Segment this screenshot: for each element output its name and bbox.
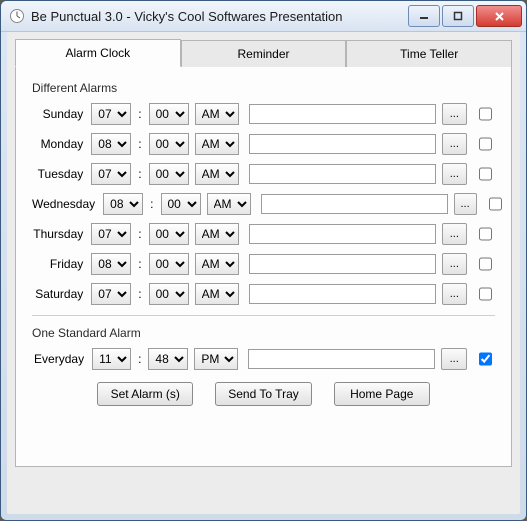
- day-label: Monday: [32, 137, 85, 151]
- note-input[interactable]: [249, 224, 436, 244]
- ampm-select[interactable]: AM: [195, 103, 239, 125]
- tab-label: Reminder: [237, 47, 289, 61]
- note-input[interactable]: [249, 254, 436, 274]
- minute-select[interactable]: 00: [149, 163, 189, 185]
- browse-button[interactable]: ...: [442, 103, 467, 125]
- browse-button[interactable]: ...: [442, 163, 467, 185]
- alarm-row: Tuesday 07:00 AM...: [32, 163, 495, 185]
- minute-select[interactable]: 00: [149, 103, 189, 125]
- alarm-row: Friday 08:00 AM...: [32, 253, 495, 275]
- note-input[interactable]: [249, 164, 436, 184]
- tab-label: Alarm Clock: [65, 46, 130, 60]
- browse-button[interactable]: ...: [442, 283, 467, 305]
- bottom-buttons: Set Alarm (s) Send To Tray Home Page: [32, 382, 495, 406]
- time-colon: :: [137, 287, 142, 301]
- hour-select[interactable]: 07: [91, 223, 131, 245]
- home-page-button[interactable]: Home Page: [334, 382, 430, 406]
- close-button[interactable]: [476, 5, 522, 27]
- day-label-everyday: Everyday: [32, 352, 86, 366]
- everyday-enable-checkbox[interactable]: [479, 352, 492, 366]
- day-label: Saturday: [32, 287, 85, 301]
- everyday-note-input[interactable]: [248, 349, 435, 369]
- minute-select[interactable]: 00: [149, 283, 189, 305]
- alarm-row: Saturday 07:00 AM...: [32, 283, 495, 305]
- separator: [32, 315, 495, 316]
- client-area: Alarm Clock Reminder Time Teller Differe…: [7, 32, 520, 514]
- alarm-row: Thursday 07:00 AM...: [32, 223, 495, 245]
- everyday-browse-button[interactable]: ...: [441, 348, 467, 370]
- different-alarms-label: Different Alarms: [32, 81, 495, 95]
- browse-button[interactable]: ...: [442, 133, 467, 155]
- minute-select[interactable]: 00: [149, 223, 189, 245]
- everyday-min-select[interactable]: 48: [148, 348, 188, 370]
- tab-page-alarm: Different Alarms Sunday07:00AM...Monday0…: [15, 67, 512, 467]
- hour-select[interactable]: 08: [103, 193, 143, 215]
- app-icon: [9, 8, 25, 24]
- browse-button[interactable]: ...: [442, 253, 467, 275]
- browse-button[interactable]: ...: [454, 193, 477, 215]
- day-label: Sunday: [32, 107, 85, 121]
- enable-checkbox[interactable]: [479, 167, 492, 181]
- everyday-hour-select[interactable]: 11: [92, 348, 131, 370]
- app-window: Be Punctual 3.0 - Vicky's Cool Softwares…: [0, 0, 527, 521]
- tab-label: Time Teller: [400, 47, 458, 61]
- ampm-select[interactable]: AM: [195, 283, 239, 305]
- enable-checkbox[interactable]: [479, 107, 492, 121]
- hour-select[interactable]: 07: [91, 103, 131, 125]
- enable-checkbox[interactable]: [479, 227, 492, 241]
- time-colon: :: [137, 107, 142, 121]
- enable-checkbox[interactable]: [479, 287, 492, 301]
- time-colon: :: [137, 352, 142, 366]
- day-label: Tuesday: [32, 167, 85, 181]
- ampm-select[interactable]: AM: [195, 133, 239, 155]
- standard-alarm-label: One Standard Alarm: [32, 326, 495, 340]
- standard-alarm-row: Everyday 11 : 48 PM ...: [32, 348, 495, 370]
- day-label: Friday: [32, 257, 85, 271]
- time-colon: :: [149, 197, 154, 211]
- time-colon: :: [137, 137, 142, 151]
- maximize-button[interactable]: [442, 5, 474, 27]
- title-bar: Be Punctual 3.0 - Vicky's Cool Softwares…: [1, 1, 526, 32]
- tab-time-teller[interactable]: Time Teller: [346, 40, 512, 67]
- note-input[interactable]: [261, 194, 448, 214]
- send-to-tray-button[interactable]: Send To Tray: [215, 382, 312, 406]
- tab-reminder[interactable]: Reminder: [181, 40, 347, 67]
- hour-select[interactable]: 07: [91, 163, 131, 185]
- time-colon: :: [137, 227, 142, 241]
- tab-strip: Alarm Clock Reminder Time Teller: [15, 38, 512, 67]
- minute-select[interactable]: 00: [149, 133, 189, 155]
- day-label: Wednesday: [32, 197, 97, 211]
- minute-select[interactable]: 00: [149, 253, 189, 275]
- alarm-row: Sunday 07:00 AM...: [32, 103, 495, 125]
- hour-select[interactable]: 07: [91, 283, 131, 305]
- time-colon: :: [137, 167, 142, 181]
- tab-alarm-clock[interactable]: Alarm Clock: [15, 39, 181, 67]
- enable-checkbox[interactable]: [489, 197, 502, 211]
- ampm-select[interactable]: AM: [195, 163, 239, 185]
- enable-checkbox[interactable]: [479, 257, 492, 271]
- minimize-button[interactable]: [408, 5, 440, 27]
- enable-checkbox[interactable]: [479, 137, 492, 151]
- ampm-select[interactable]: AM: [195, 253, 239, 275]
- set-alarm-button[interactable]: Set Alarm (s): [97, 382, 193, 406]
- time-colon: :: [137, 257, 142, 271]
- ampm-select[interactable]: AM: [207, 193, 251, 215]
- everyday-ampm-select[interactable]: PM: [194, 348, 238, 370]
- window-buttons: [408, 5, 522, 27]
- alarm-row: Monday 08:00 AM...: [32, 133, 495, 155]
- hour-select[interactable]: 08: [91, 133, 131, 155]
- ampm-select[interactable]: AM: [195, 223, 239, 245]
- note-input[interactable]: [249, 104, 436, 124]
- alarm-row: Wednesday 08:00 AM...: [32, 193, 495, 215]
- note-input[interactable]: [249, 134, 436, 154]
- minute-select[interactable]: 00: [161, 193, 201, 215]
- day-label: Thursday: [32, 227, 85, 241]
- note-input[interactable]: [249, 284, 436, 304]
- window-title: Be Punctual 3.0 - Vicky's Cool Softwares…: [31, 9, 408, 24]
- hour-select[interactable]: 08: [91, 253, 131, 275]
- browse-button[interactable]: ...: [442, 223, 467, 245]
